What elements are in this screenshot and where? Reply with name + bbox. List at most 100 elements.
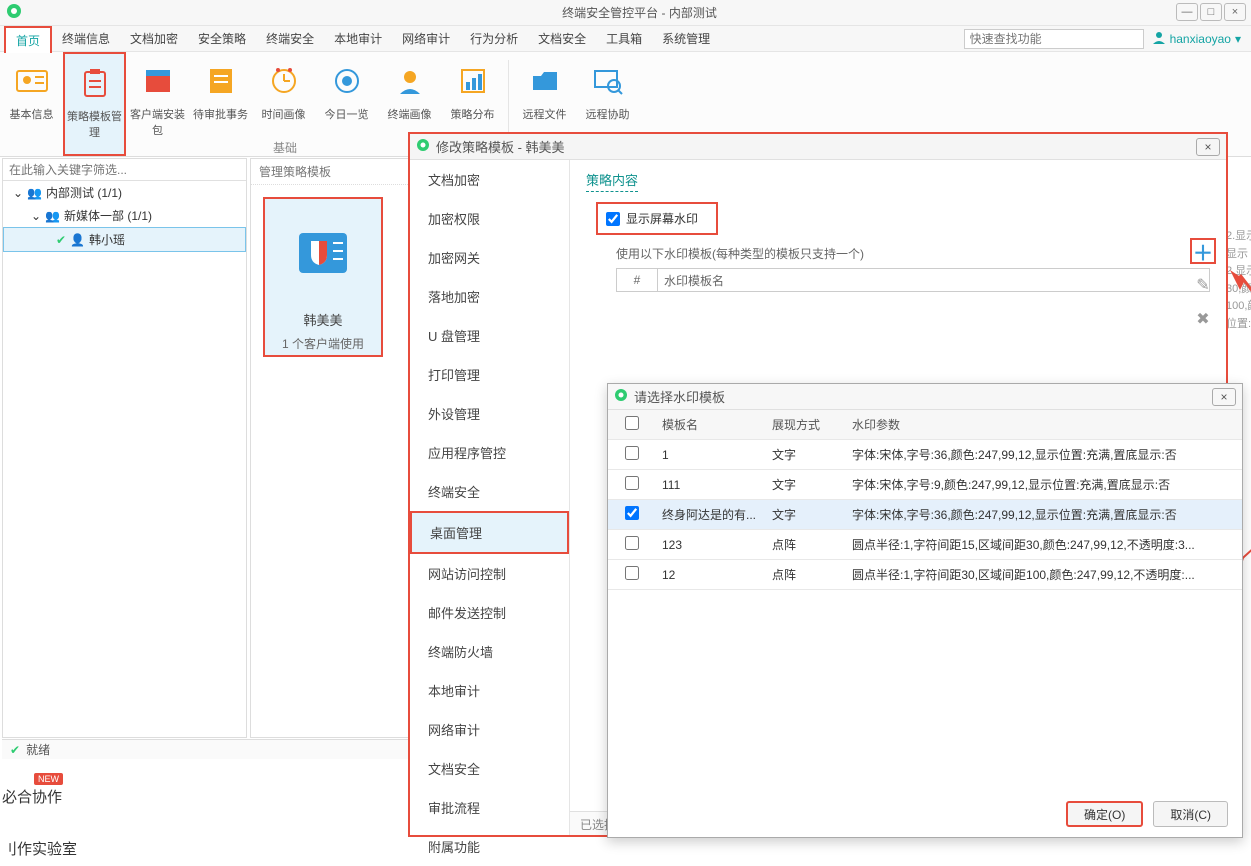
table-row[interactable]: 1文字字体:宋体,字号:36,颜色:247,99,12,显示位置:充满,置底显示… bbox=[608, 440, 1242, 470]
menu-app-control[interactable]: 应用程序管控 bbox=[410, 433, 569, 472]
chart-icon bbox=[441, 62, 504, 100]
dialog-close-button[interactable]: × bbox=[1196, 138, 1220, 156]
template-card-count: 1 个客户端使用 bbox=[265, 335, 381, 352]
dialog-title: 请选择水印模板 bbox=[634, 387, 725, 406]
tab-local-audit[interactable]: 本地审计 bbox=[324, 26, 392, 51]
tree-node-user[interactable]: ✔ 👤 韩小瑶 bbox=[3, 227, 246, 252]
chevron-down-icon: ⌄ bbox=[13, 186, 23, 200]
table-row[interactable]: 111文字字体:宋体,字号:9,颜色:247,99,12,显示位置:充满,置底显… bbox=[608, 470, 1242, 500]
chevron-down-icon: ▾ bbox=[1235, 32, 1241, 46]
profile-icon bbox=[378, 62, 441, 100]
title-bar: 终端安全管控平台 - 内部测试 — □ × bbox=[0, 0, 1251, 26]
app-icon bbox=[614, 388, 628, 405]
delete-watermark-button[interactable]: ✖ bbox=[1190, 306, 1216, 332]
table-row[interactable]: 123点阵圆点半径:1,字符间距15,区域间距30,颜色:247,99,12,不… bbox=[608, 530, 1242, 560]
id-card-icon bbox=[0, 62, 63, 100]
menu-firewall[interactable]: 终端防火墙 bbox=[410, 632, 569, 671]
org-tree: ⌄ 👥 内部测试 (1/1) ⌄ 👥 新媒体一部 (1/1) ✔ 👤 韩小瑶 bbox=[2, 158, 247, 738]
user-menu[interactable]: hanxiaoyao ▾ bbox=[1152, 30, 1241, 47]
menu-usb[interactable]: U 盘管理 bbox=[410, 316, 569, 355]
bottom-text-2: 刂作实验室 bbox=[2, 838, 77, 859]
watermark-table-header: 模板名 展现方式 水印参数 bbox=[608, 410, 1242, 440]
menu-approval[interactable]: 审批流程 bbox=[410, 788, 569, 827]
tab-network-audit[interactable]: 网络审计 bbox=[392, 26, 460, 51]
row-mode: 文字 bbox=[766, 446, 846, 463]
row-name: 123 bbox=[656, 538, 766, 552]
menu-desktop-manage[interactable]: 桌面管理 bbox=[410, 511, 569, 554]
tab-system-manage[interactable]: 系统管理 bbox=[652, 26, 720, 51]
table-row[interactable]: 终身阿达是的有...文字字体:宋体,字号:36,颜色:247,99,12,显示位… bbox=[608, 500, 1242, 530]
row-name: 1 bbox=[656, 448, 766, 462]
ok-button[interactable]: 确定(O) bbox=[1066, 801, 1143, 827]
row-param: 圆点半径:1,字符间距30,区域间距100,颜色:247,99,12,不透明度:… bbox=[846, 566, 1242, 583]
tab-behavior[interactable]: 行为分析 bbox=[460, 26, 528, 51]
new-badge: NEW bbox=[34, 773, 63, 785]
dialog-close-button[interactable]: × bbox=[1212, 388, 1236, 406]
edit-watermark-button[interactable]: ✎ bbox=[1190, 272, 1216, 298]
tree-node-dept[interactable]: ⌄ 👥 新媒体一部 (1/1) bbox=[3, 204, 246, 227]
tree-node-root[interactable]: ⌄ 👥 内部测试 (1/1) bbox=[3, 181, 246, 204]
menu-local-audit[interactable]: 本地审计 bbox=[410, 671, 569, 710]
row-checkbox[interactable] bbox=[625, 536, 639, 550]
add-watermark-button[interactable]: ＋ bbox=[1190, 238, 1216, 264]
user-name: hanxiaoyao bbox=[1170, 32, 1231, 46]
app-icon bbox=[416, 138, 430, 155]
row-param: 字体:宋体,字号:36,颜色:247,99,12,显示位置:充满,置底显示:否 bbox=[846, 446, 1242, 463]
menu-encrypt-gateway[interactable]: 加密网关 bbox=[410, 238, 569, 277]
menu-encrypt-perm[interactable]: 加密权限 bbox=[410, 199, 569, 238]
menu-doc-security[interactable]: 文档安全 bbox=[410, 749, 569, 788]
template-card[interactable]: 韩美美 1 个客户端使用 bbox=[263, 197, 383, 357]
check-icon: ✔ bbox=[56, 233, 66, 247]
menu-peripheral[interactable]: 外设管理 bbox=[410, 394, 569, 433]
menu-email-control[interactable]: 邮件发送控制 bbox=[410, 593, 569, 632]
global-search-input[interactable] bbox=[964, 29, 1144, 49]
background-peek: 2.显示立显示 屏2.显示立30,颜色100,颜色位置:充满 bbox=[1226, 228, 1251, 334]
template-card-name: 韩美美 bbox=[265, 310, 381, 329]
show-watermark-checkbox[interactable] bbox=[606, 212, 620, 226]
section-title: 策略内容 bbox=[586, 170, 638, 192]
row-param: 字体:宋体,字号:9,颜色:247,99,12,显示位置:充满,置底显示:否 bbox=[846, 476, 1242, 493]
tab-terminal-security[interactable]: 终端安全 bbox=[256, 26, 324, 51]
row-name: 111 bbox=[656, 478, 766, 492]
tab-doc-security[interactable]: 文档安全 bbox=[528, 26, 596, 51]
dialog-title: 修改策略模板 - 韩美美 bbox=[436, 137, 565, 156]
package-icon bbox=[126, 62, 189, 100]
group-icon: 👥 bbox=[27, 186, 42, 200]
show-watermark-checkbox-row[interactable]: 显示屏幕水印 bbox=[596, 202, 718, 235]
policy-side-menu: 文档加密 加密权限 加密网关 落地加密 U 盘管理 打印管理 外设管理 应用程序… bbox=[410, 160, 570, 835]
user-icon: 👤 bbox=[70, 233, 85, 247]
tab-toolbox[interactable]: 工具箱 bbox=[596, 26, 652, 51]
group-icon: 👥 bbox=[45, 209, 60, 223]
main-tabs: 首页 终端信息 文档加密 安全策略 终端安全 本地审计 网络审计 行为分析 文档… bbox=[0, 26, 1251, 52]
select-all-checkbox[interactable] bbox=[625, 416, 639, 430]
menu-website-control[interactable]: 网站访问控制 bbox=[410, 554, 569, 593]
row-name: 12 bbox=[656, 568, 766, 582]
menu-terminal-security[interactable]: 终端安全 bbox=[410, 472, 569, 511]
tab-home[interactable]: 首页 bbox=[4, 26, 52, 53]
row-checkbox[interactable] bbox=[625, 446, 639, 460]
tab-security-policy[interactable]: 安全策略 bbox=[188, 26, 256, 51]
col-name: 模板名 bbox=[656, 416, 766, 433]
tab-terminal-info[interactable]: 终端信息 bbox=[52, 26, 120, 51]
table-row[interactable]: 12点阵圆点半径:1,字符间距30,区域间距100,颜色:247,99,12,不… bbox=[608, 560, 1242, 590]
clipboard-icon bbox=[65, 64, 124, 102]
monitor-search-icon bbox=[576, 62, 639, 100]
window-maximize-button[interactable]: □ bbox=[1200, 3, 1222, 21]
row-checkbox[interactable] bbox=[625, 566, 639, 580]
menu-print[interactable]: 打印管理 bbox=[410, 355, 569, 394]
window-close-button[interactable]: × bbox=[1224, 3, 1246, 21]
shield-template-icon bbox=[265, 229, 381, 280]
menu-landing-encrypt[interactable]: 落地加密 bbox=[410, 277, 569, 316]
row-checkbox[interactable] bbox=[625, 506, 639, 520]
dialog-select-watermark: 请选择水印模板 × 模板名 展现方式 水印参数 1文字字体:宋体,字号:36,颜… bbox=[607, 383, 1243, 838]
menu-network-audit[interactable]: 网络审计 bbox=[410, 710, 569, 749]
user-icon bbox=[1152, 30, 1166, 47]
tree-search-input[interactable] bbox=[3, 159, 246, 181]
row-mode: 文字 bbox=[766, 506, 846, 523]
row-checkbox[interactable] bbox=[625, 476, 639, 490]
menu-doc-encrypt[interactable]: 文档加密 bbox=[410, 160, 569, 199]
window-minimize-button[interactable]: — bbox=[1176, 3, 1198, 21]
cancel-button[interactable]: 取消(C) bbox=[1153, 801, 1228, 827]
menu-accessory[interactable]: 附属功能 bbox=[410, 827, 569, 866]
tab-doc-encrypt[interactable]: 文档加密 bbox=[120, 26, 188, 51]
